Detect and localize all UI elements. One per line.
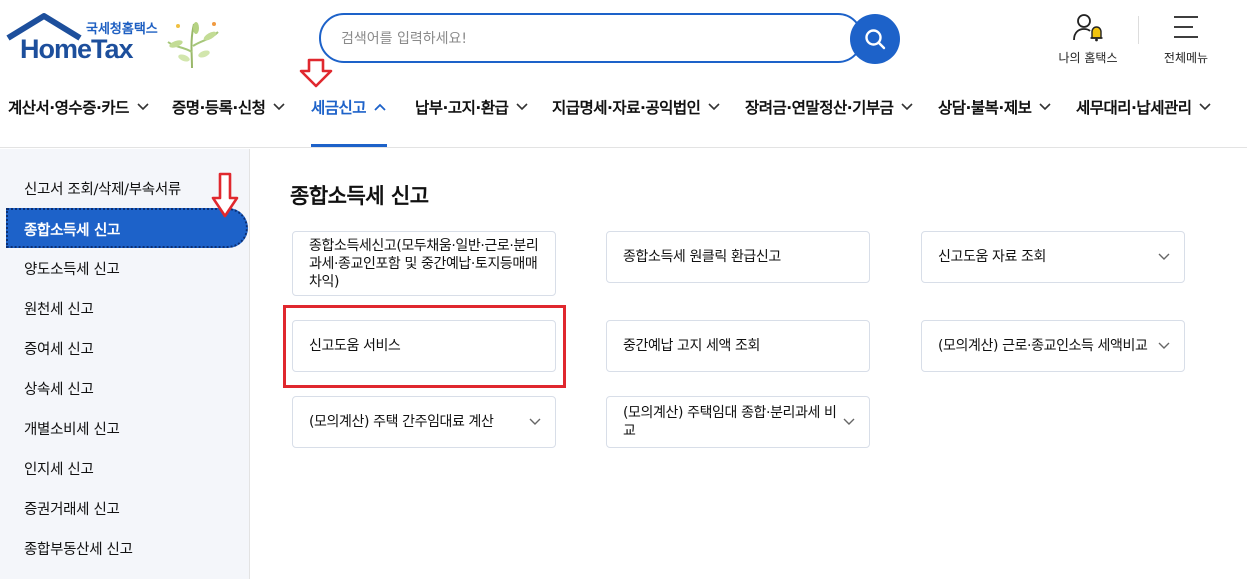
card-simulation-deemed-rent[interactable]: (모의계산) 주택 간주임대료 계산 [292, 396, 556, 448]
global-nav: 계산서·영수증·카드 증명·등록·신청 세금신고 납부·고지·환급 지급명세·자… [0, 82, 1247, 148]
card-label: (모의계산) 주택 간주임대료 계산 [309, 414, 494, 430]
card-one-click-refund[interactable]: 종합소득세 원클릭 환급신고 [606, 231, 870, 283]
chevron-down-icon [901, 103, 913, 111]
annotation-highlight-box [283, 305, 566, 388]
card-interim-prepayment[interactable]: 중간예납 고지 세액 조회 [606, 320, 870, 372]
card-label: 종합소득세 원클릭 환급신고 [623, 249, 781, 265]
card-filing-help-data[interactable]: 신고도움 자료 조회 [921, 231, 1185, 283]
gnb-active-underline [311, 144, 387, 147]
annotation-arrow-down-icon [299, 58, 333, 88]
chevron-down-icon [708, 103, 720, 111]
gnb-item-tax-filing[interactable]: 세금신고 [311, 96, 386, 118]
card-simulation-comparison[interactable]: (모의계산) 근로·종교인소득 세액비교 [921, 320, 1185, 372]
sidebar-item-capital-gains[interactable]: 양도소득세 신고 [24, 258, 120, 279]
sidebar-item-consumption[interactable]: 개별소비세 신고 [24, 418, 120, 439]
gnb-item-invoice[interactable]: 계산서·영수증·카드 [8, 96, 149, 118]
card-simulation-rental-comparison[interactable]: (모의계산) 주택임대 종합·분리과세 비교 [606, 396, 870, 448]
gnb-item-label: 상담·불복·제보 [938, 99, 1032, 117]
search-icon [865, 29, 886, 50]
chevron-down-icon [529, 418, 541, 425]
sidebar-item-property-tax[interactable]: 종합부동산세 신고 [24, 538, 133, 559]
card-label: 종합소득세신고(모두채움·일반·근로·분리과세·종교인포함 및 중간예납·토지등… [309, 237, 539, 290]
gnb-item-label: 세무대리·납세관리 [1076, 99, 1192, 117]
header: 국세청홈택스 HomeTax 나의 [0, 0, 1247, 80]
my-hometax-button[interactable]: 나의 홈택스 [1052, 12, 1124, 66]
user-bell-icon [1073, 14, 1103, 42]
annotation-arrow-down-icon [211, 172, 239, 218]
chevron-down-icon [843, 418, 855, 425]
chevron-down-icon [137, 103, 149, 111]
sidebar-item-report-lookup[interactable]: 신고서 조회/삭제/부속서류 [24, 178, 181, 199]
gnb-item-label: 지급명세·자료·공익법인 [552, 99, 701, 117]
sidebar-item-securities[interactable]: 증권거래세 신고 [24, 498, 120, 519]
hamburger-menu-icon [1174, 16, 1198, 38]
card-label: 신고도움 자료 조회 [938, 249, 1046, 265]
my-hometax-label: 나의 홈택스 [1058, 51, 1118, 65]
gnb-item-certificate[interactable]: 증명·등록·신청 [172, 96, 285, 118]
gnb-item-consulting[interactable]: 상담·불복·제보 [938, 96, 1051, 118]
search-input[interactable] [341, 27, 821, 51]
gnb-item-tax-agent[interactable]: 세무대리·납세관리 [1076, 96, 1212, 118]
gnb-item-statements[interactable]: 지급명세·자료·공익법인 [552, 96, 720, 118]
gnb-item-label: 장려금·연말정산·기부금 [745, 99, 894, 117]
chevron-down-icon [1158, 342, 1170, 349]
gnb-item-payment[interactable]: 납부·고지·환급 [415, 96, 528, 118]
sidebar-item-withholding[interactable]: 원천세 신고 [24, 298, 94, 319]
gnb-item-label: 납부·고지·환급 [415, 99, 509, 117]
chevron-down-icon [1158, 253, 1170, 260]
sidebar-item-inheritance[interactable]: 상속세 신고 [24, 378, 94, 399]
page-title: 종합소득세 신고 [290, 184, 429, 208]
sidebar-item-gift-tax[interactable]: 증여세 신고 [24, 338, 94, 359]
card-label: (모의계산) 근로·종교인소득 세액비교 [938, 338, 1148, 354]
card-label: 중간예납 고지 세액 조회 [623, 338, 760, 354]
chevron-down-icon [1039, 103, 1051, 111]
card-label: (모의계산) 주택임대 종합·분리과세 비교 [623, 405, 837, 439]
logo-title: HomeTax [20, 34, 134, 64]
util-divider [1138, 16, 1139, 44]
chevron-down-icon [273, 103, 285, 111]
chevron-up-icon [374, 103, 386, 111]
search-box [319, 13, 863, 63]
sidebar-item-stamp-tax[interactable]: 인지세 신고 [24, 458, 94, 479]
card-income-tax-filing[interactable]: 종합소득세신고(모두채움·일반·근로·분리과세·종교인포함 및 중간예납·토지등… [292, 231, 556, 296]
hometax-logo[interactable]: 국세청홈택스 HomeTax [6, 12, 226, 72]
gnb-item-label: 증명·등록·신청 [172, 99, 266, 117]
sidebar-item-label: 종합소득세 신고 [24, 223, 121, 239]
gnb-item-label: 세금신고 [311, 99, 367, 117]
gnb-item-label: 계산서·영수증·카드 [8, 99, 129, 117]
all-menu-label: 전체메뉴 [1163, 51, 1209, 65]
chevron-down-icon [516, 103, 528, 111]
all-menu-button[interactable]: 전체메뉴 [1158, 12, 1214, 66]
plant-icon [167, 22, 219, 69]
search-button[interactable] [850, 14, 900, 64]
gnb-item-incentives[interactable]: 장려금·연말정산·기부금 [745, 96, 913, 118]
chevron-down-icon [1199, 103, 1212, 111]
